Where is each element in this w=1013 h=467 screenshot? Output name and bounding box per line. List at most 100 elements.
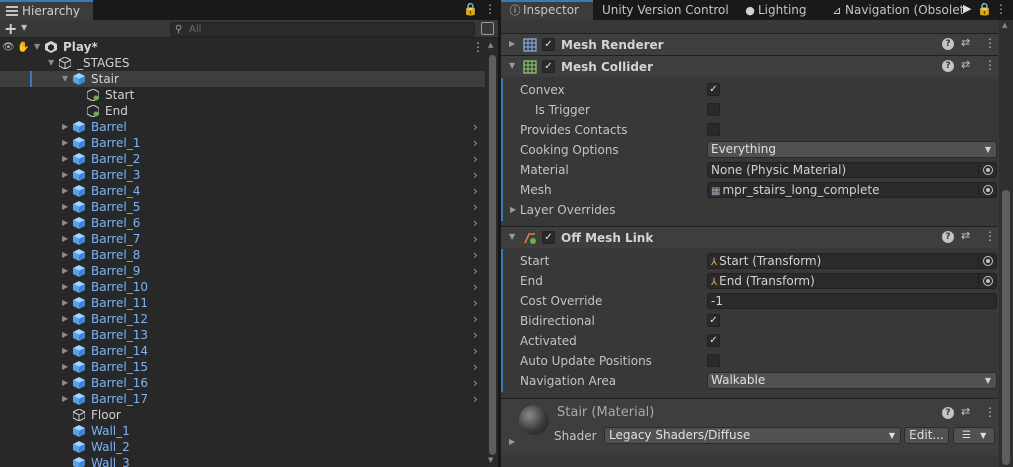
hierarchy-row[interactable]: ▶ Barrel_5 › xyxy=(0,199,485,215)
chevron-right-icon[interactable]: › xyxy=(473,199,478,215)
hierarchy-row[interactable]: ▶ Barrel_7 › xyxy=(0,231,485,247)
mesh-renderer-enabled-checkbox[interactable]: ✓ xyxy=(542,38,555,51)
fold-closed-icon[interactable]: ▶ xyxy=(62,215,68,231)
panel-menu-icon[interactable]: ⋮ xyxy=(484,2,496,16)
hierarchy-row[interactable]: ▶ Barrel_6 › xyxy=(0,215,485,231)
shader-dropdown[interactable]: Legacy Shaders/Diffuse ▼ xyxy=(604,427,901,444)
fold-closed-icon[interactable]: ▶ xyxy=(62,375,68,391)
hierarchy-row[interactable]: ▶ Barrel_16 › xyxy=(0,375,485,391)
inspector-scrollbar[interactable]: ▲ xyxy=(999,20,1013,467)
activated-checkbox[interactable]: ✓ xyxy=(707,334,720,347)
chevron-right-icon[interactable]: › xyxy=(473,135,478,151)
hierarchy-row[interactable]: ▶ Barrel_12 › xyxy=(0,311,485,327)
hierarchy-row[interactable]: Wall_3 xyxy=(0,455,485,467)
hierarchy-row[interactable]: ▶ Barrel_3 › xyxy=(0,167,485,183)
chevron-down-icon[interactable]: ▼ xyxy=(21,23,27,32)
layer-overrides-row[interactable]: ▶ Layer Overrides xyxy=(501,200,998,220)
chevron-right-icon[interactable]: › xyxy=(473,375,478,391)
pickability-hand-icon[interactable]: ✋ xyxy=(17,40,29,56)
hierarchy-row[interactable]: ▶ Barrel_14 › xyxy=(0,343,485,359)
object-picker-icon[interactable] xyxy=(983,165,993,175)
navigation-area-dropdown[interactable]: Walkable ▼ xyxy=(707,372,997,389)
fold-closed-icon[interactable]: ▶ xyxy=(62,327,68,343)
material-field[interactable]: None (Physic Material) xyxy=(707,162,997,178)
fold-closed-icon[interactable]: ▶ xyxy=(62,231,68,247)
cooking-options-dropdown[interactable]: Everything ▼ xyxy=(707,141,997,158)
more-tabs-icon[interactable]: ▶ xyxy=(963,2,971,15)
hierarchy-row[interactable]: ▶ Barrel_13 › xyxy=(0,327,485,343)
hierarchy-row[interactable]: ▶ Barrel › xyxy=(0,119,485,135)
object-picker-icon[interactable] xyxy=(983,185,993,195)
chevron-right-icon[interactable]: › xyxy=(473,167,478,183)
convex-checkbox[interactable]: ✓ xyxy=(707,83,720,96)
fold-open-icon[interactable]: ▼ xyxy=(48,55,54,71)
cost-override-input[interactable]: -1 xyxy=(707,293,997,309)
mesh-field[interactable]: ▦ mpr_stairs_long_complete xyxy=(707,182,997,198)
hierarchy-search-input[interactable]: ⚲ All xyxy=(170,22,475,37)
hierarchy-row[interactable]: ▶ Barrel_8 › xyxy=(0,247,485,263)
scene-menu-icon[interactable]: ⋮ xyxy=(472,39,484,55)
hierarchy-row[interactable]: ▶ Barrel_4 › xyxy=(0,183,485,199)
fold-closed-icon[interactable]: ▶ xyxy=(62,135,68,151)
chevron-right-icon[interactable]: › xyxy=(473,119,478,135)
fold-closed-icon[interactable]: ▶ xyxy=(62,119,68,135)
mesh-collider-enabled-checkbox[interactable]: ✓ xyxy=(542,60,555,73)
tab-version-control[interactable]: Unity Version Control xyxy=(602,0,729,20)
presets-icon[interactable]: ⇄ xyxy=(961,405,970,418)
fold-closed-icon[interactable]: ▶ xyxy=(62,247,68,263)
fold-closed-icon[interactable]: ▶ xyxy=(62,199,68,215)
hierarchy-row[interactable]: ▼ _STAGES xyxy=(0,55,485,71)
visibility-eye-icon[interactable]: 👁 xyxy=(2,40,15,56)
hierarchy-tab[interactable]: Hierarchy xyxy=(0,0,93,20)
edit-shader-button[interactable]: Edit... xyxy=(904,427,949,444)
chevron-right-icon[interactable]: › xyxy=(473,183,478,199)
hierarchy-row[interactable]: ▶ Barrel_1 › xyxy=(0,135,485,151)
presets-icon[interactable]: ⇄ xyxy=(961,229,970,242)
scroll-up-icon[interactable]: ▲ xyxy=(1002,21,1007,29)
fold-closed-icon[interactable]: ▶ xyxy=(62,183,68,199)
scrollbar-thumb[interactable] xyxy=(1002,190,1010,465)
hierarchy-row[interactable]: Floor xyxy=(0,407,485,423)
help-icon[interactable]: ? xyxy=(942,407,954,419)
hierarchy-row[interactable]: Wall_2 xyxy=(0,439,485,455)
fold-closed-icon[interactable]: ▶ xyxy=(62,295,68,311)
scroll-down-icon[interactable]: ▼ xyxy=(488,456,493,464)
object-picker-icon[interactable] xyxy=(983,276,993,286)
chevron-right-icon[interactable]: › xyxy=(473,247,478,263)
chevron-right-icon[interactable]: › xyxy=(473,311,478,327)
scrollbar-thumb[interactable] xyxy=(489,55,496,455)
scene-visibility-icon[interactable] xyxy=(481,22,494,35)
fold-closed-icon[interactable]: ▶ xyxy=(62,343,68,359)
component-menu-icon[interactable]: ⋮ xyxy=(984,405,996,419)
hierarchy-row[interactable]: ▶ Barrel_11 › xyxy=(0,295,485,311)
fold-open-icon[interactable]: ▼ xyxy=(509,61,515,70)
fold-closed-icon[interactable]: ▶ xyxy=(509,39,515,48)
fold-open-icon[interactable]: ▼ xyxy=(509,232,515,241)
start-field[interactable]: ⅄ Start (Transform) xyxy=(707,253,997,269)
scene-row[interactable]: 👁 ✋ ▼ Play* ⋮ xyxy=(0,39,485,55)
hierarchy-row[interactable]: ▶ Barrel_15 › xyxy=(0,359,485,375)
hierarchy-row[interactable]: ▶ Barrel_9 › xyxy=(0,263,485,279)
hierarchy-row[interactable]: ▶ Barrel_17 › xyxy=(0,391,485,407)
chevron-right-icon[interactable]: › xyxy=(473,215,478,231)
object-picker-icon[interactable] xyxy=(983,256,993,266)
is-trigger-checkbox[interactable]: ✓ xyxy=(707,103,720,116)
fold-open-icon[interactable]: ▼ xyxy=(34,39,40,55)
hierarchy-row[interactable]: ▼ Stair xyxy=(0,71,485,87)
hierarchy-row[interactable]: ▶ Barrel_2 › xyxy=(0,151,485,167)
hierarchy-row[interactable]: ▶ Barrel_10 › xyxy=(0,279,485,295)
add-icon[interactable]: + xyxy=(4,20,17,37)
provides-contacts-checkbox[interactable]: ✓ xyxy=(707,123,720,136)
fold-closed-icon[interactable]: ▶ xyxy=(509,437,515,446)
auto-update-checkbox[interactable]: ✓ xyxy=(707,354,720,367)
chevron-right-icon[interactable]: › xyxy=(473,279,478,295)
off-mesh-link-header[interactable]: ▼ ✓ Off Mesh Link ? ⇄ ⋮ xyxy=(501,226,998,248)
help-icon[interactable]: ? xyxy=(942,231,954,243)
tab-lighting[interactable]: ● Lighting xyxy=(744,0,806,20)
chevron-right-icon[interactable]: › xyxy=(473,151,478,167)
fold-closed-icon[interactable]: ▶ xyxy=(62,391,68,407)
fold-closed-icon[interactable]: ▶ xyxy=(62,311,68,327)
help-icon[interactable]: ? xyxy=(942,38,954,50)
off-mesh-link-enabled-checkbox[interactable]: ✓ xyxy=(542,231,555,244)
bidirectional-checkbox[interactable]: ✓ xyxy=(707,314,720,327)
